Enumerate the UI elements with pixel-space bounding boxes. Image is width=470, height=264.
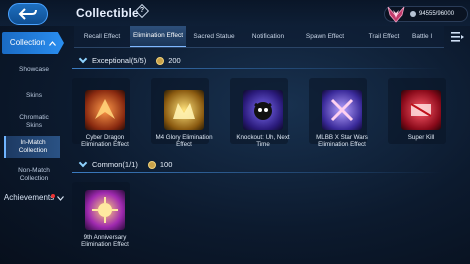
sidebar-item-showcase[interactable]: Showcase xyxy=(0,66,68,74)
m4-glory-effect-icon xyxy=(164,90,204,130)
points-coin-icon xyxy=(156,56,165,65)
card-label: M4 Glory Elimination Effect xyxy=(155,134,213,148)
sidebar: Collection Showcase Skins Chromatic Skin… xyxy=(0,26,68,264)
section-header-common[interactable]: Common(1/1) 100 xyxy=(78,158,173,169)
page-title: Collectible xyxy=(76,6,139,20)
sidebar-collection-label: Collection xyxy=(9,38,46,47)
coin-icon xyxy=(410,11,416,17)
sidebar-achievements-label: Achievements xyxy=(3,193,55,202)
effect-card-9th-anniversary[interactable]: 9th Anniversary Elimination Effect xyxy=(76,190,134,248)
rank-emblem-icon xyxy=(387,6,405,23)
sidebar-achievements-button[interactable]: Achievements xyxy=(0,194,68,202)
currency-value: 94555/96000 xyxy=(419,11,455,17)
card-label: 9th Anniversary Elimination Effect xyxy=(81,234,129,248)
tab-battle[interactable]: Battle I xyxy=(412,26,444,47)
effect-card-m4-glory[interactable]: M4 Glory Elimination Effect xyxy=(155,90,213,148)
notification-dot xyxy=(51,194,55,198)
knockout-effect-icon xyxy=(243,90,283,130)
tab-recall-effect[interactable]: Recall Effect xyxy=(74,26,130,47)
menu-icon[interactable] xyxy=(449,31,465,43)
card-label: MLBB X Star Wars Elimination Effect xyxy=(316,134,368,148)
tab-bar: Recall Effect Elimination Effect Sacred … xyxy=(74,26,444,48)
tab-sacred-statue[interactable]: Sacred Statue xyxy=(186,26,242,47)
collapse-chevron-icon xyxy=(78,158,88,168)
effect-card-star-wars[interactable]: MLBB X Star Wars Elimination Effect xyxy=(313,90,371,148)
back-arrow-icon xyxy=(18,8,37,20)
back-button[interactable] xyxy=(8,3,48,25)
sidebar-item-in-match-collection[interactable]: In-Match Collection xyxy=(4,136,60,158)
effect-card-cyber-dragon[interactable]: Cyber Dragon Elimination Effect xyxy=(76,90,134,148)
sidebar-item-skins[interactable]: Skins xyxy=(0,92,68,100)
section-divider xyxy=(72,68,442,69)
points-coin-icon xyxy=(147,160,156,169)
tab-spawn-effect[interactable]: Spawn Effect xyxy=(294,26,356,47)
super-kill-effect-icon xyxy=(401,90,441,130)
section-title: Exceptional(5/5) xyxy=(92,56,147,65)
sidebar-item-chromatic-skins[interactable]: Chromatic Skins xyxy=(0,114,68,130)
section-points: 100 xyxy=(159,160,173,169)
section-divider xyxy=(72,172,442,173)
collapse-chevron-icon xyxy=(78,54,88,64)
section-points: 200 xyxy=(168,56,181,65)
card-label: Knockout: Uh, Next Time xyxy=(236,134,290,148)
chevron-up-icon xyxy=(49,40,57,46)
card-label: Cyber Dragon Elimination Effect xyxy=(81,134,129,148)
tab-trail-effect[interactable]: Trail Effect xyxy=(356,26,412,47)
cyber-dragon-effect-icon xyxy=(85,90,125,130)
help-symbol: ? xyxy=(139,7,145,14)
sidebar-item-non-match-collection[interactable]: Non-Match Collection xyxy=(0,167,68,183)
card-label: Super Kill xyxy=(407,134,435,141)
effect-card-super-kill[interactable]: Super Kill xyxy=(392,90,450,141)
sidebar-collection-button[interactable]: Collection xyxy=(2,32,64,54)
star-wars-effect-icon xyxy=(322,90,362,130)
section-header-exceptional[interactable]: Exceptional(5/5) 200 xyxy=(78,54,181,65)
tab-notification[interactable]: Notification xyxy=(242,26,294,47)
chevron-down-icon xyxy=(57,195,65,201)
tab-elimination-effect[interactable]: Elimination Effect xyxy=(130,26,186,47)
effect-card-knockout[interactable]: Knockout: Uh, Next Time xyxy=(234,90,292,148)
anniversary-effect-icon xyxy=(85,190,125,230)
section-title: Common(1/1) xyxy=(92,160,138,169)
